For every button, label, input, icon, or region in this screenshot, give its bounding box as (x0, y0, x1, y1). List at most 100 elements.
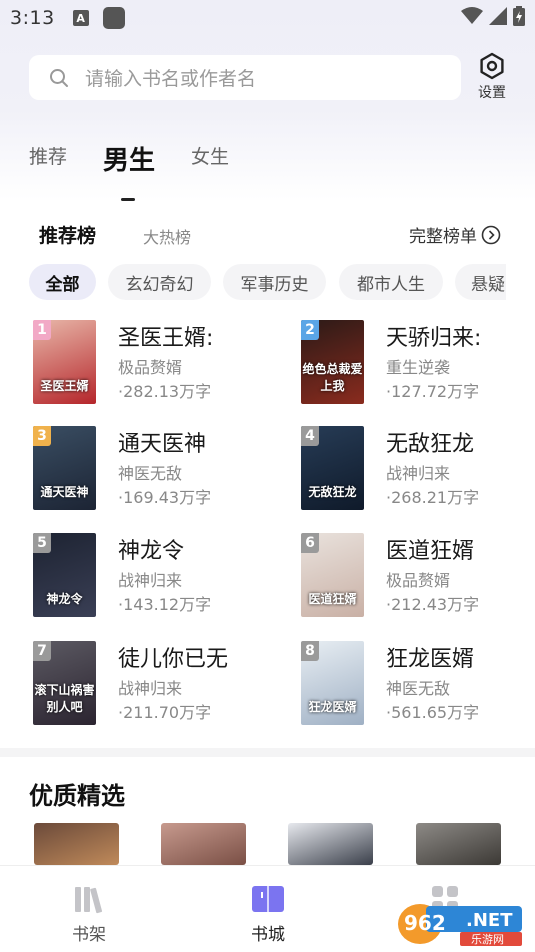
book-words: ·127.72万字 (386, 382, 480, 401)
book-words: ·169.43万字 (118, 488, 212, 507)
book-item[interactable]: 无敌狂龙 4 无敌狂龙 战神归来 ·268.21万字 (301, 426, 535, 521)
book-cover-title: 狂龙医婿 (308, 700, 357, 714)
book-words: ·561.65万字 (386, 703, 480, 722)
book-title: 无敌狂龙 (386, 432, 475, 457)
rank-badge: 6 (301, 533, 319, 553)
svg-text:乐游网: 乐游网 (471, 933, 504, 946)
book-cover[interactable]: 通天医神 3 (33, 426, 96, 510)
search-input[interactable]: 请输入书名或作者名 (29, 55, 461, 100)
book-item[interactable]: 医道狂婿 6 医道狂婿 极品赘婿 ·212.43万字 (301, 533, 535, 628)
tab-recommend-rank[interactable]: 推荐榜 (39, 221, 96, 248)
book-cover[interactable]: 医道狂婿 6 (301, 533, 364, 617)
chip-urban-life[interactable]: 都市人生 (339, 264, 443, 300)
tab-female[interactable]: 女生 (191, 142, 229, 169)
nav-bookstore-label: 书城 (251, 925, 285, 945)
full-rank-label: 完整榜单 (409, 227, 477, 247)
tab-indicator (121, 198, 135, 201)
chip-mystery[interactable]: 悬疑 (455, 264, 506, 300)
watermark-logo: 962 .NET 乐游网 (396, 898, 526, 946)
nav-bookshelf[interactable]: 书架 (54, 884, 124, 945)
app-square-icon (102, 7, 125, 29)
book-cover-title: 无敌狂龙 (308, 485, 357, 499)
rank-badge: 1 (33, 320, 51, 340)
book-title: 通天医神 (118, 432, 207, 457)
book-title: 狂龙医婿 (386, 647, 475, 672)
book-cover-title: 圣医王婿 (40, 379, 89, 393)
book-cover[interactable]: 神龙令 5 (33, 533, 96, 617)
settings-button[interactable]: 设置 (470, 52, 514, 104)
nav-bookstore[interactable]: 书城 (233, 884, 303, 945)
search-icon (50, 68, 68, 87)
book-genre: 神医无敌 (118, 464, 183, 483)
rank-badge: 5 (33, 533, 51, 553)
book-item[interactable]: 圣医王婿 1 圣医王婿: 极品赘婿 ·282.13万字 (33, 320, 273, 415)
tab-hot-rank[interactable]: 大热榜 (143, 224, 191, 248)
section-divider (0, 748, 535, 757)
book-title: 天骄归来: (386, 326, 482, 351)
status-time: 3:13 (10, 7, 55, 29)
quality-book-cover[interactable] (288, 823, 373, 865)
book-cover[interactable]: 无敌狂龙 4 (301, 426, 364, 510)
book-cover-title: 滚下山祸害别人吧 (34, 683, 95, 714)
chevron-right-circle-icon (481, 225, 501, 244)
book-genre: 战神归来 (118, 679, 183, 698)
book-item[interactable]: 绝色总裁爱上我 2 天骄归来: 重生逆袭 ·127.72万字 (301, 320, 535, 415)
full-rank-link[interactable]: 完整榜单 (409, 222, 501, 247)
book-words: ·212.43万字 (386, 595, 480, 614)
search-placeholder: 请输入书名或作者名 (85, 68, 257, 90)
book-words: ·282.13万字 (118, 382, 212, 401)
tab-male[interactable]: 男生 (103, 140, 155, 177)
book-genre: 极品赘婿 (386, 571, 451, 590)
book-cover-title: 通天医神 (40, 485, 89, 499)
book-title: 圣医王婿: (118, 326, 214, 351)
book-genre: 战神归来 (386, 464, 451, 483)
book-item[interactable]: 狂龙医婿 8 狂龙医婿 神医无敌 ·561.65万字 (301, 641, 535, 736)
svg-text:962: 962 (404, 911, 446, 935)
book-genre: 重生逆袭 (386, 358, 451, 377)
category-chips: 全部 玄幻奇幻 军事历史 都市人生 悬疑 (29, 264, 506, 300)
book-genre: 神医无敌 (386, 679, 451, 698)
rank-badge: 2 (301, 320, 319, 340)
book-title: 神龙令 (118, 539, 185, 564)
gear-icon (480, 52, 504, 80)
chip-military-history[interactable]: 军事历史 (223, 264, 326, 300)
book-cover[interactable]: 狂龙医婿 8 (301, 641, 364, 725)
book-words: ·143.12万字 (118, 595, 212, 614)
book-cover[interactable]: 圣医王婿 1 (33, 320, 96, 404)
book-item[interactable]: 神龙令 5 神龙令 战神归来 ·143.12万字 (33, 533, 273, 628)
rank-badge: 3 (33, 426, 51, 446)
book-item[interactable]: 滚下山祸害别人吧 7 徒儿你已无战神归来 ·211.70万字 (33, 641, 273, 736)
notification-a-icon: A (72, 10, 89, 26)
book-genre: 战神归来 (118, 571, 183, 590)
book-cover-title: 绝色总裁爱上我 (302, 362, 363, 393)
book-title: 医道狂婿 (386, 539, 475, 564)
chip-all[interactable]: 全部 (29, 264, 96, 300)
book-words: ·268.21万字 (386, 488, 480, 507)
quality-book-cover[interactable] (34, 823, 119, 865)
book-title: 徒儿你已无 (118, 647, 229, 672)
book-cover-title: 医道狂婿 (308, 592, 357, 606)
nav-bookshelf-label: 书架 (72, 925, 106, 945)
quality-book-cover[interactable] (416, 823, 501, 865)
book-cover-title: 神龙令 (46, 592, 83, 606)
signal-icon (489, 7, 507, 25)
book-cover[interactable]: 绝色总裁爱上我 2 (301, 320, 364, 404)
rank-badge: 7 (33, 641, 51, 661)
book-store-icon (252, 886, 284, 912)
section-title-quality: 优质精选 (29, 782, 125, 810)
bookshelf-icon (75, 887, 103, 914)
rank-badge: 4 (301, 426, 319, 446)
rank-badge: 8 (301, 641, 319, 661)
book-item[interactable]: 通天医神 3 通天医神 神医无敌 ·169.43万字 (33, 426, 273, 521)
status-bar: 3:13 A (0, 0, 535, 36)
tab-recommend[interactable]: 推荐 (29, 142, 67, 169)
wifi-icon (461, 7, 483, 24)
quality-book-cover[interactable] (161, 823, 246, 865)
settings-label: 设置 (478, 85, 506, 101)
book-cover[interactable]: 滚下山祸害别人吧 7 (33, 641, 96, 725)
book-genre: 极品赘婿 (118, 358, 183, 377)
chip-fantasy[interactable]: 玄幻奇幻 (108, 264, 211, 300)
battery-icon (513, 6, 525, 26)
book-words: ·211.70万字 (118, 703, 212, 722)
svg-text:.NET: .NET (466, 910, 513, 931)
